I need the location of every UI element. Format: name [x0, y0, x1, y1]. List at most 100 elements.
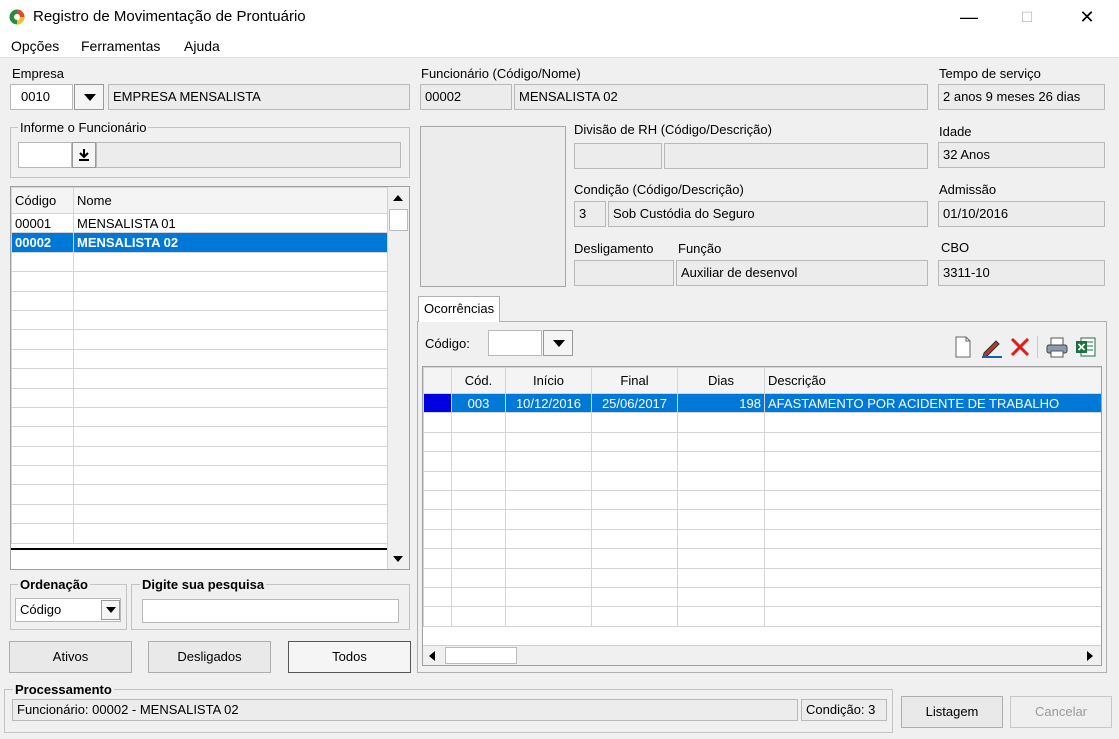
empresa-dropdown-button[interactable]	[74, 84, 104, 110]
processamento-status: Funcionário: 00002 - MENSALISTA 02	[12, 699, 798, 721]
table-row[interactable]	[11, 329, 388, 350]
informe-lookup-button[interactable]	[72, 142, 96, 168]
table-row-selected[interactable]: 003 10/12/2016 25/06/2017 198 AFASTAMENT…	[423, 392, 1101, 414]
scroll-down-icon[interactable]	[393, 556, 403, 562]
new-document-icon[interactable]	[954, 336, 972, 358]
table-row[interactable]	[11, 406, 388, 428]
ocorrencias-hscrollbar[interactable]	[423, 645, 1101, 665]
table-row[interactable]	[11, 348, 388, 370]
window-title: Registro de Movimentação de Prontuário	[33, 8, 306, 25]
employee-list-grid[interactable]: Código Nome 00001 MENSALISTA 01 00002 ME…	[10, 186, 410, 570]
desligados-button[interactable]: Desligados	[148, 641, 271, 673]
column-indicator	[423, 367, 452, 394]
row-final: 25/06/2017	[591, 392, 678, 414]
cancelar-button[interactable]: Cancelar	[1010, 696, 1112, 728]
divisao-label: Divisão de RH (Código/Descrição)	[574, 122, 772, 137]
close-button[interactable]: ✕	[1070, 4, 1104, 30]
column-codigo[interactable]: Código	[11, 187, 74, 214]
chevron-down-icon	[553, 340, 565, 347]
desligamento-field	[574, 260, 674, 286]
table-row[interactable]	[11, 309, 388, 331]
informe-code-input[interactable]	[18, 142, 72, 168]
chevron-down-icon	[84, 94, 96, 101]
condicao-desc-field: Sob Custódia do Seguro	[608, 201, 928, 227]
idade-field: 32 Anos	[938, 142, 1105, 168]
table-row[interactable]	[423, 509, 1101, 530]
download-arrow-icon	[79, 149, 89, 161]
tab-ocorrencias[interactable]: Ocorrências	[418, 296, 501, 322]
column-dias[interactable]: Dias	[677, 367, 765, 394]
scroll-up-icon[interactable]	[393, 195, 403, 201]
funcionario-label: Funcionário (Código/Nome)	[421, 66, 581, 81]
table-row[interactable]	[423, 528, 1101, 550]
table-row[interactable]	[423, 431, 1101, 453]
pesquisa-input[interactable]	[142, 599, 399, 623]
ocorrencias-codigo-select[interactable]	[488, 330, 542, 356]
ocorrencias-header: Cód. Início Final Dias Descrição	[423, 367, 1101, 394]
table-row[interactable]	[423, 489, 1101, 511]
table-row[interactable]	[11, 445, 388, 467]
table-row[interactable]	[423, 548, 1101, 569]
printer-icon[interactable]	[1045, 336, 1069, 358]
table-row[interactable]	[11, 251, 388, 273]
table-row[interactable]: 00001 MENSALISTA 01	[11, 212, 388, 234]
employee-list-scrollbar[interactable]	[387, 187, 409, 569]
pesquisa-label: Digite sua pesquisa	[140, 577, 267, 592]
menu-ajuda[interactable]: Ajuda	[184, 38, 220, 54]
divisao-code-field	[574, 143, 662, 169]
table-row[interactable]	[11, 465, 388, 486]
empresa-code-field[interactable]: 0010	[10, 84, 73, 110]
table-row[interactable]	[11, 290, 388, 311]
informe-name-field	[96, 142, 401, 168]
toolbar-separator	[1037, 336, 1038, 358]
maximize-button[interactable]: ☐	[1010, 4, 1044, 30]
column-inicio[interactable]: Início	[505, 367, 592, 394]
table-row[interactable]	[423, 586, 1101, 608]
table-row[interactable]	[423, 470, 1101, 491]
todos-button[interactable]: Todos	[288, 641, 411, 673]
excel-export-icon[interactable]	[1075, 336, 1097, 358]
funcionario-code-field: 00002	[420, 84, 512, 110]
ativos-button[interactable]: Ativos	[9, 641, 132, 673]
scroll-left-icon[interactable]	[429, 651, 435, 661]
table-row[interactable]	[423, 567, 1101, 588]
row-code: 00002	[11, 232, 74, 253]
column-descricao[interactable]: Descrição	[764, 367, 1101, 394]
table-row[interactable]	[11, 484, 388, 505]
ocorrencias-grid[interactable]: Cód. Início Final Dias Descrição 003 10/…	[422, 366, 1102, 666]
table-row[interactable]	[11, 368, 388, 389]
listagem-button[interactable]: Listagem	[901, 696, 1003, 728]
column-nome[interactable]: Nome	[73, 187, 388, 214]
scroll-right-icon[interactable]	[1087, 651, 1093, 661]
admissao-field: 01/10/2016	[938, 201, 1105, 227]
column-final[interactable]: Final	[591, 367, 678, 394]
tempo-servico-field: 2 anos 9 meses 26 dias	[938, 84, 1105, 110]
ordenacao-label: Ordenação	[18, 577, 90, 592]
table-row-selected[interactable]: 00002 MENSALISTA 02	[11, 232, 388, 253]
delete-x-icon[interactable]	[1009, 336, 1031, 358]
chevron-down-icon	[106, 607, 116, 613]
edit-pencil-icon[interactable]	[980, 336, 1004, 358]
title-bar: Registro de Movimentação de Prontuário —…	[0, 0, 1119, 34]
table-row[interactable]	[11, 271, 388, 292]
ordenacao-dropdown-button[interactable]	[101, 600, 120, 620]
cbo-field: 3311-10	[938, 260, 1105, 286]
table-row[interactable]	[11, 387, 388, 408]
table-row[interactable]	[423, 606, 1101, 627]
table-row[interactable]	[11, 523, 388, 544]
minimize-button[interactable]: —	[952, 4, 986, 30]
scroll-thumb[interactable]	[389, 209, 408, 231]
menu-ferramentas[interactable]: Ferramentas	[81, 38, 160, 54]
table-row[interactable]	[11, 426, 388, 447]
processamento-label: Processamento	[13, 682, 114, 697]
column-cod[interactable]: Cód.	[451, 367, 506, 394]
ocorrencias-codigo-dropdown-button[interactable]	[543, 330, 573, 356]
menu-opcoes[interactable]: Opções	[11, 38, 59, 54]
ocorrencias-codigo-label: Código:	[425, 336, 470, 351]
processamento-condicao: Condição: 3	[801, 699, 887, 721]
scroll-thumb[interactable]	[445, 647, 517, 664]
table-row[interactable]	[423, 451, 1101, 472]
row-dias: 198	[677, 392, 765, 414]
table-row[interactable]	[423, 412, 1101, 433]
table-row[interactable]	[11, 503, 388, 525]
